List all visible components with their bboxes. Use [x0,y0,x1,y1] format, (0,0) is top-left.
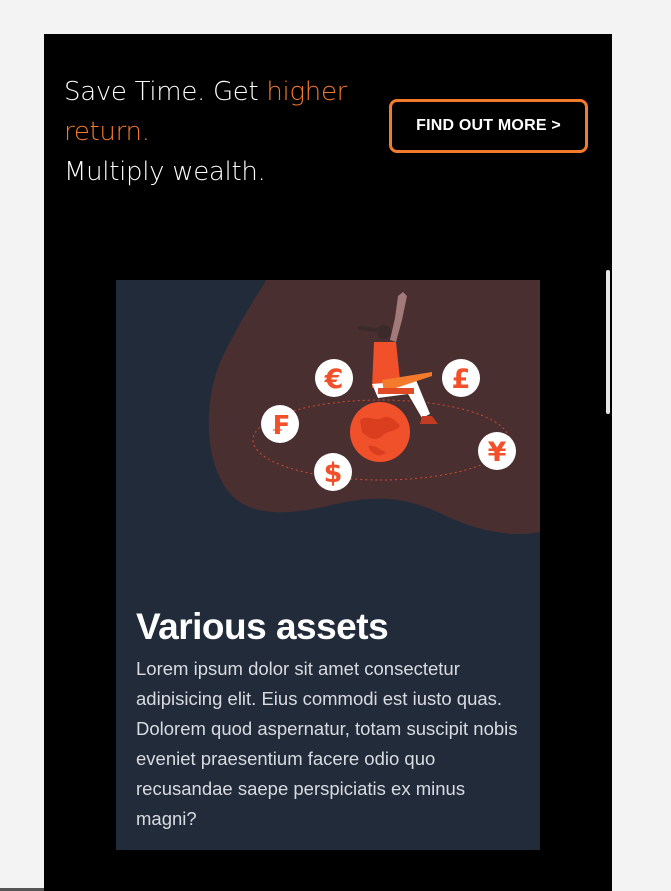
hero-headline: Save Time. Get higher return. Multiply w… [64,72,347,192]
hero-line2-accent: return. [64,117,150,147]
find-out-more-button[interactable]: FIND OUT MORE > [389,99,588,153]
euro-icon: € [315,359,353,397]
franc-icon: ₣ [261,405,299,443]
hero-line1-text: Save Time. Get [64,77,267,107]
card-title: Various assets [136,606,389,647]
franc-glyph: ₣ [271,411,289,441]
yen-icon: ¥ [478,432,516,470]
yen-glyph: ¥ [488,437,507,468]
euro-glyph: € [324,364,344,395]
asset-card: € £ ₣ $ ¥ Various assets Lorem ipsum dol… [116,280,540,850]
hero-line1-accent: higher [266,77,348,107]
page-container: Save Time. Get higher return. Multiply w… [44,34,612,891]
card-body-text: Lorem ipsum dolor sit amet consectetur a… [136,658,518,829]
finance-illustration: € £ ₣ $ ¥ [208,280,540,535]
hero-line3-text: Multiply wealth. [64,157,266,187]
dollar-glyph: $ [324,458,343,489]
dollar-icon: $ [314,453,352,491]
pound-glyph: £ [452,364,471,395]
pound-icon: £ [442,359,480,397]
scrollbar-thumb[interactable] [606,270,610,414]
